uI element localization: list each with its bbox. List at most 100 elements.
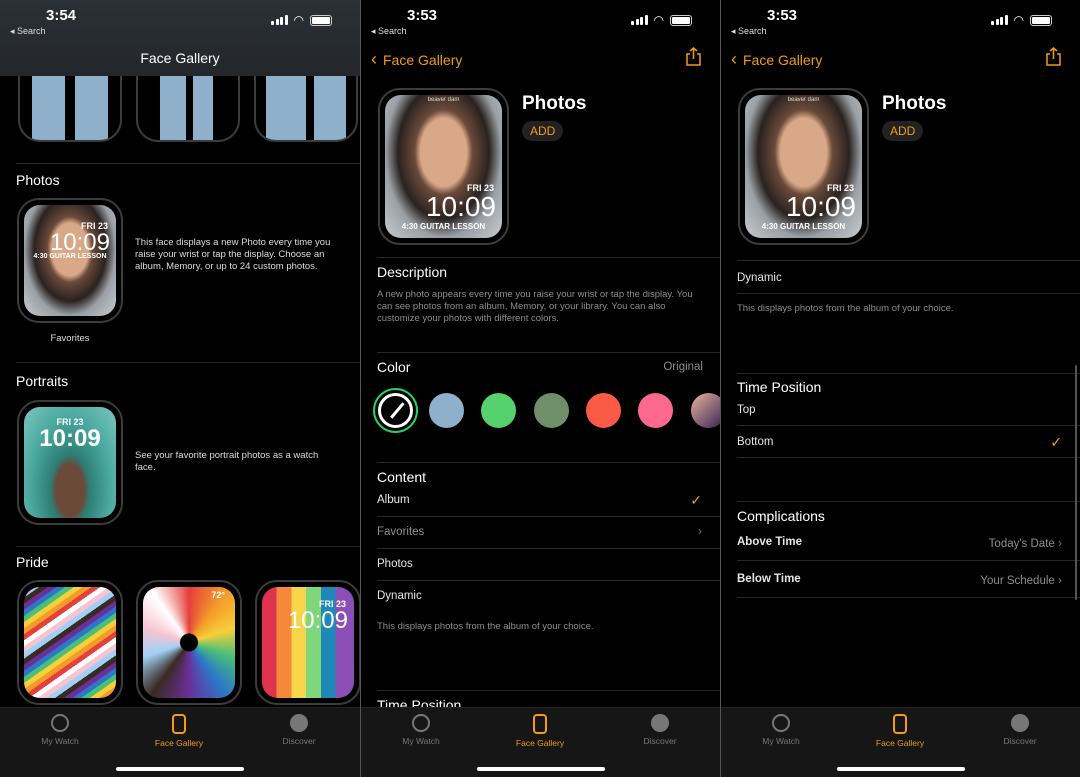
complications-title: Complications (737, 508, 825, 524)
divider (377, 352, 720, 353)
section-title-pride: Pride (16, 554, 49, 570)
divider (737, 373, 1080, 374)
divider (737, 293, 1080, 294)
back-button[interactable]: ‹ Face Gallery (371, 49, 462, 70)
tab-my-watch[interactable]: My Watch (741, 714, 821, 746)
option-label: Favorites (377, 526, 425, 538)
watch-icon (51, 714, 69, 732)
watch-top-label: beaver dam (787, 97, 820, 103)
chevron-right-icon: › (1058, 536, 1062, 550)
photos-face-detail-screen: 3:53 ◂ Search ◠ ‹ Face Gallery beaver dam… (361, 0, 720, 777)
complication-below-time[interactable]: Below Time Your Schedule › (737, 573, 1080, 587)
temperature-complication: 72° (211, 590, 225, 600)
chevron-left-icon: ‹ (371, 49, 377, 69)
color-swatch-gradient[interactable] (691, 393, 720, 428)
content-option-dynamic[interactable]: Dynamic (737, 272, 1080, 284)
divider (737, 597, 1080, 598)
chevron-left-icon: ‹ (731, 49, 737, 69)
tab-my-watch[interactable]: My Watch (381, 714, 461, 746)
section-title-portraits: Portraits (16, 373, 69, 389)
face-title: Photos (522, 93, 587, 114)
color-swatch[interactable] (534, 393, 569, 428)
color-swatch[interactable] (481, 393, 516, 428)
divider (737, 457, 1080, 458)
time-position-title: Time Position (737, 379, 822, 395)
description-text: A new photo appears every time you raise… (377, 289, 693, 324)
divider (377, 580, 720, 581)
tab-face-gallery[interactable]: Face Gallery (139, 714, 219, 748)
add-button[interactable]: ADD (522, 121, 564, 141)
signal-icon (271, 15, 288, 25)
tab-label: Face Gallery (515, 738, 565, 748)
divider (16, 546, 360, 547)
color-swatch[interactable] (586, 393, 621, 428)
color-swatch[interactable] (429, 393, 464, 428)
content-option-dynamic[interactable]: Dynamic (377, 590, 720, 602)
time-position-top[interactable]: Top (737, 404, 1080, 416)
color-value: Original (663, 361, 703, 373)
wifi-icon: ◠ (1013, 13, 1024, 27)
content-option-favorites[interactable]: Favorites › (377, 524, 720, 538)
status-icons: ◠ (271, 13, 332, 27)
content-note: This displays photos from the album of y… (737, 303, 954, 314)
complication-above-time[interactable]: Above Time Today's Date › (737, 536, 1080, 550)
tab-discover[interactable]: Discover (259, 714, 339, 746)
complication-label: Above Time (737, 536, 802, 548)
divider (377, 690, 720, 691)
page-title: Face Gallery (140, 50, 220, 66)
status-time: 3:53 (407, 7, 438, 24)
color-title: Color (377, 359, 411, 375)
color-swatch-original[interactable] (373, 388, 418, 433)
photos-face-detail-scrolled-screen: 3:53 ◂ Search ◠ ‹ Face Gallery beaver dam… (721, 0, 1080, 777)
complication-value: 6 (153, 590, 159, 600)
share-icon[interactable] (1045, 47, 1062, 66)
watch-icon (772, 714, 790, 732)
divider (737, 560, 1080, 561)
watch-time: 10:09 (785, 191, 856, 222)
compass-icon (651, 714, 669, 732)
signal-icon (991, 15, 1008, 25)
tab-face-gallery[interactable]: Face Gallery (500, 714, 580, 748)
signal-icon (631, 15, 648, 25)
checkmark-icon: ✓ (690, 492, 702, 508)
status-icons: ◠ (991, 13, 1052, 27)
back-to-search-link[interactable]: ◂ Search (371, 26, 407, 37)
content-option-photos[interactable]: Photos (377, 558, 720, 570)
pride-stripes-watch-face[interactable]: FRI 23 10:09 (255, 580, 360, 705)
color-swatch[interactable] (638, 393, 673, 428)
back-to-search-link[interactable]: ◂ Search (10, 26, 46, 37)
option-label: Bottom (737, 436, 774, 448)
photos-watch-face[interactable]: FRI 23 10:09 4:30 GUITAR LESSON (17, 198, 123, 323)
status-time: 3:53 (767, 7, 798, 24)
back-button[interactable]: ‹ Face Gallery (731, 49, 822, 70)
scrollbar[interactable] (1074, 365, 1077, 600)
face-gallery-icon (893, 714, 907, 734)
tab-my-watch[interactable]: My Watch (20, 714, 100, 746)
pride-woven-watch-face[interactable] (17, 580, 123, 705)
photos-description: This face displays a new Photo every tim… (135, 237, 331, 272)
complication-value: Your Schedule › (980, 573, 1062, 587)
face-title: Photos (882, 93, 947, 114)
back-label: Face Gallery (743, 51, 823, 68)
tab-discover[interactable]: Discover (620, 714, 700, 746)
divider (377, 516, 720, 517)
tab-discover[interactable]: Discover (980, 714, 1060, 746)
add-button[interactable]: ADD (882, 121, 924, 141)
tab-bar: My Watch Face Gallery Discover (361, 707, 720, 777)
portraits-watch-face[interactable]: FRI 23 10:09 (17, 400, 123, 525)
share-icon[interactable] (685, 47, 702, 66)
divider (377, 462, 720, 463)
battery-icon (670, 14, 692, 26)
nav-header: 3:54 ◂ Search ◠ Face Gallery (0, 0, 360, 76)
time-position-bottom[interactable]: Bottom ✓ (737, 434, 1080, 450)
battery-icon (310, 14, 332, 26)
tab-face-gallery[interactable]: Face Gallery (860, 714, 940, 748)
tab-label: Face Gallery (875, 738, 925, 748)
content-option-album[interactable]: Album ✓ (377, 492, 720, 508)
watch-time: 10:09 (425, 191, 496, 222)
pride-celebration-watch-face[interactable]: 6 72° (136, 580, 242, 705)
divider (16, 362, 360, 363)
home-indicator (116, 767, 244, 771)
back-to-search-link[interactable]: ◂ Search (731, 26, 767, 37)
content-note: This displays photos from the album of y… (377, 621, 594, 632)
